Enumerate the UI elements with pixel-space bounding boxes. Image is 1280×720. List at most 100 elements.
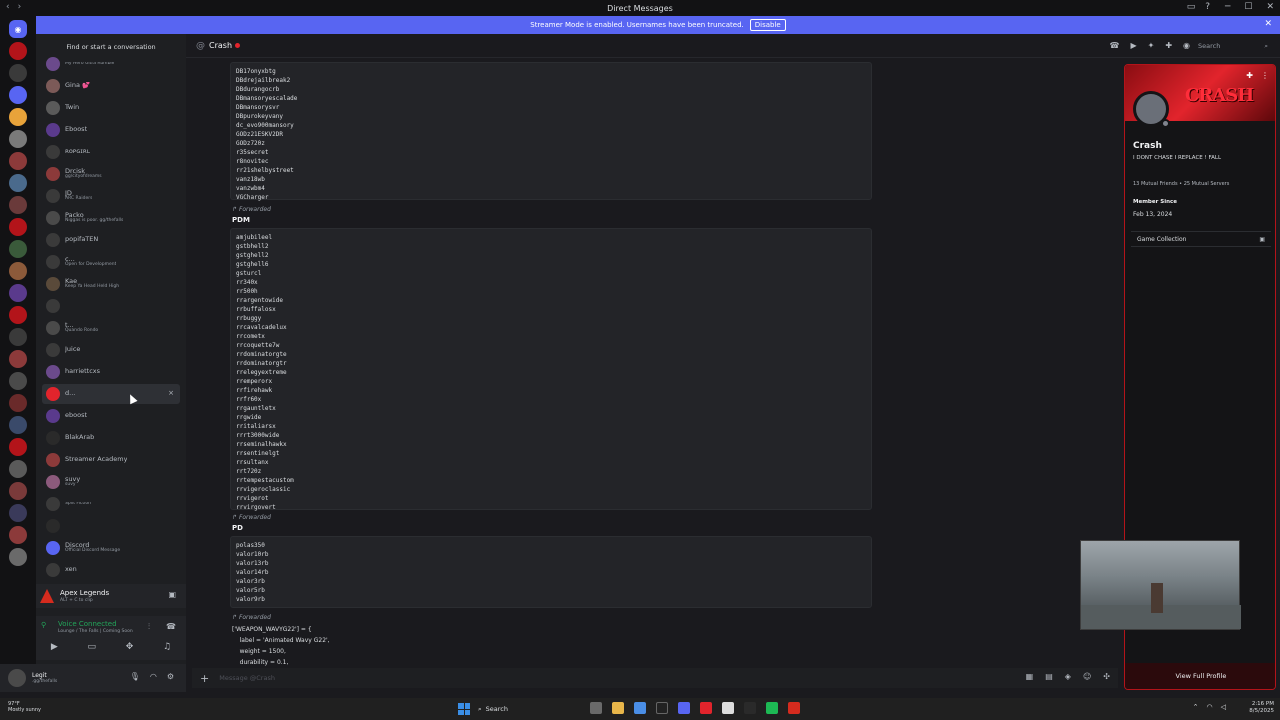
discord-taskbar-icon[interactable] (678, 702, 690, 714)
maximize-icon[interactable]: ☐ (1244, 2, 1252, 12)
add-attachment-icon[interactable]: + (200, 672, 209, 685)
server-icon[interactable] (9, 130, 27, 148)
dm-item[interactable]: t... Quando Rondo (42, 318, 180, 338)
close-window-icon[interactable]: ✕ (1266, 2, 1274, 12)
dm-item[interactable]: Discord Official Discord Message (42, 538, 180, 558)
dm-item[interactable]: Drcisk gg/cityofdreams (42, 164, 180, 184)
chat-recipient[interactable]: Crash (209, 41, 232, 50)
forward-arrow-icon[interactable]: › (18, 2, 22, 12)
app-dark-icon[interactable] (744, 702, 756, 714)
emoji-icon[interactable]: ☺ (1083, 672, 1091, 681)
gift-icon[interactable]: ▦ (1026, 672, 1034, 681)
file-explorer-icon[interactable] (612, 702, 624, 714)
dm-item[interactable]: Juice (42, 340, 180, 360)
dm-item[interactable] (42, 516, 180, 536)
add-friend-icon[interactable]: ✚ (1246, 71, 1253, 80)
server-icon[interactable] (9, 482, 27, 500)
dm-item[interactable]: My Hero Ultra Rumble (42, 54, 180, 74)
sticker-icon[interactable]: ◈ (1065, 672, 1071, 681)
apex-taskbar-icon[interactable] (788, 702, 800, 714)
dm-item[interactable]: xen (42, 560, 180, 580)
server-icon[interactable] (9, 64, 27, 82)
tray-chevron-icon[interactable]: ⌃ (1193, 703, 1199, 711)
dm-item[interactable]: Packo Niggas is poor. gg/thefalls (42, 208, 180, 228)
server-icon[interactable] (9, 240, 27, 258)
server-icon[interactable] (9, 42, 27, 60)
server-icon[interactable] (9, 350, 27, 368)
dm-item[interactable]: BlakArab (42, 428, 180, 448)
voice-channel[interactable]: Lounge / The Falls | Coming Soon (58, 629, 133, 634)
dm-item[interactable]: d... × (42, 384, 180, 404)
clip-icon[interactable]: ▣ (168, 590, 176, 599)
capcut-icon[interactable] (656, 702, 668, 714)
windows-start-icon[interactable] (458, 703, 470, 715)
close-dm-icon[interactable]: × (168, 389, 174, 397)
soundboard-icon[interactable]: ♫ (163, 642, 171, 652)
inbox-icon[interactable]: ▭ (1187, 2, 1196, 12)
stream-preview[interactable] (1080, 540, 1241, 630)
header-search[interactable]: Search ⌕ (1198, 40, 1268, 52)
more-options-icon[interactable]: ⋮ (1261, 71, 1269, 80)
volume-icon[interactable]: ◁ (1221, 703, 1226, 711)
server-icon[interactable] (9, 152, 27, 170)
dm-item[interactable]: JD ARC Raiders (42, 186, 180, 206)
game-collection[interactable]: Game Collection ▣ (1131, 231, 1271, 247)
server-icon[interactable] (9, 218, 27, 236)
server-icon[interactable] (9, 394, 27, 412)
direct-messages-icon[interactable]: ◉ (9, 20, 27, 38)
server-icon[interactable] (9, 306, 27, 324)
message-composer[interactable]: + Message @Crash ▦ ▤ ◈ ☺ ✣ (192, 668, 1118, 688)
server-icon[interactable] (9, 196, 27, 214)
screen-share-icon[interactable]: ▭ (88, 642, 97, 652)
minimize-icon[interactable]: ─ (1225, 2, 1230, 12)
add-friends-icon[interactable]: ✚ (1165, 41, 1172, 50)
taskbar-clock[interactable]: 2:16 PM 8/5/2025 (1249, 701, 1274, 715)
user-profile-icon[interactable]: ◉ (1183, 41, 1190, 50)
dm-item[interactable]: Split Fiction (42, 494, 180, 514)
task-view-icon[interactable] (590, 702, 602, 714)
dm-item[interactable]: Kae Keep Ya Head Held High (42, 274, 180, 294)
server-icon[interactable] (9, 526, 27, 544)
apps-icon[interactable]: ✣ (1103, 672, 1110, 681)
weather-widget[interactable]: 97°F Mostly sunny (8, 701, 41, 713)
server-icon[interactable] (9, 460, 27, 478)
pinned-messages-icon[interactable]: ✦ (1148, 41, 1155, 50)
dm-item[interactable]: Streamer Academy (42, 450, 180, 470)
noise-suppression-icon[interactable]: ⫶ (148, 622, 150, 632)
camera-icon[interactable]: ▶ (51, 642, 58, 652)
chrome-icon[interactable] (634, 702, 646, 714)
app-red-icon[interactable] (700, 702, 712, 714)
view-full-profile-button[interactable]: View Full Profile (1125, 663, 1275, 689)
dm-item[interactable]: c... Open for Development (42, 252, 180, 272)
profile-mutuals[interactable]: 13 Mutual Friends • 25 Mutual Servers (1133, 181, 1229, 187)
app-white-icon[interactable] (722, 702, 734, 714)
server-icon[interactable] (9, 86, 27, 104)
back-arrow-icon[interactable]: ‹ (6, 2, 10, 12)
server-icon[interactable] (9, 438, 27, 456)
server-icon[interactable] (9, 328, 27, 346)
user-avatar[interactable] (8, 669, 26, 687)
find-conversation-button[interactable]: Find or start a conversation (42, 40, 180, 54)
server-icon[interactable] (9, 548, 27, 566)
voice-call-icon[interactable]: ☎ (1109, 41, 1119, 50)
dm-item[interactable]: Eboost (42, 120, 180, 140)
server-icon[interactable] (9, 108, 27, 126)
server-icon[interactable] (9, 262, 27, 280)
dm-item[interactable]: suvy suvy (42, 472, 180, 492)
dm-item[interactable]: harriettcxs (42, 362, 180, 382)
dm-item[interactable]: eboost (42, 406, 180, 426)
microphone-icon[interactable]: 🎙 (130, 672, 140, 681)
wifi-icon[interactable]: ◠ (1207, 703, 1213, 711)
settings-gear-icon[interactable]: ⚙ (167, 672, 174, 681)
dm-item[interactable]: Gina 💕 (42, 76, 180, 96)
server-icon[interactable] (9, 416, 27, 434)
server-icon[interactable] (9, 284, 27, 302)
dm-item[interactable] (42, 296, 180, 316)
server-icon[interactable] (9, 372, 27, 390)
disconnect-icon[interactable]: ☎ (166, 622, 176, 631)
server-icon[interactable] (9, 174, 27, 192)
dm-item[interactable]: ʀᴏᴘɢɪʀʟ (42, 142, 180, 162)
video-call-icon[interactable]: ▶ (1130, 41, 1136, 50)
banner-close-icon[interactable]: ✕ (1264, 19, 1272, 29)
taskbar-search[interactable]: ⌕ Search (478, 702, 554, 716)
